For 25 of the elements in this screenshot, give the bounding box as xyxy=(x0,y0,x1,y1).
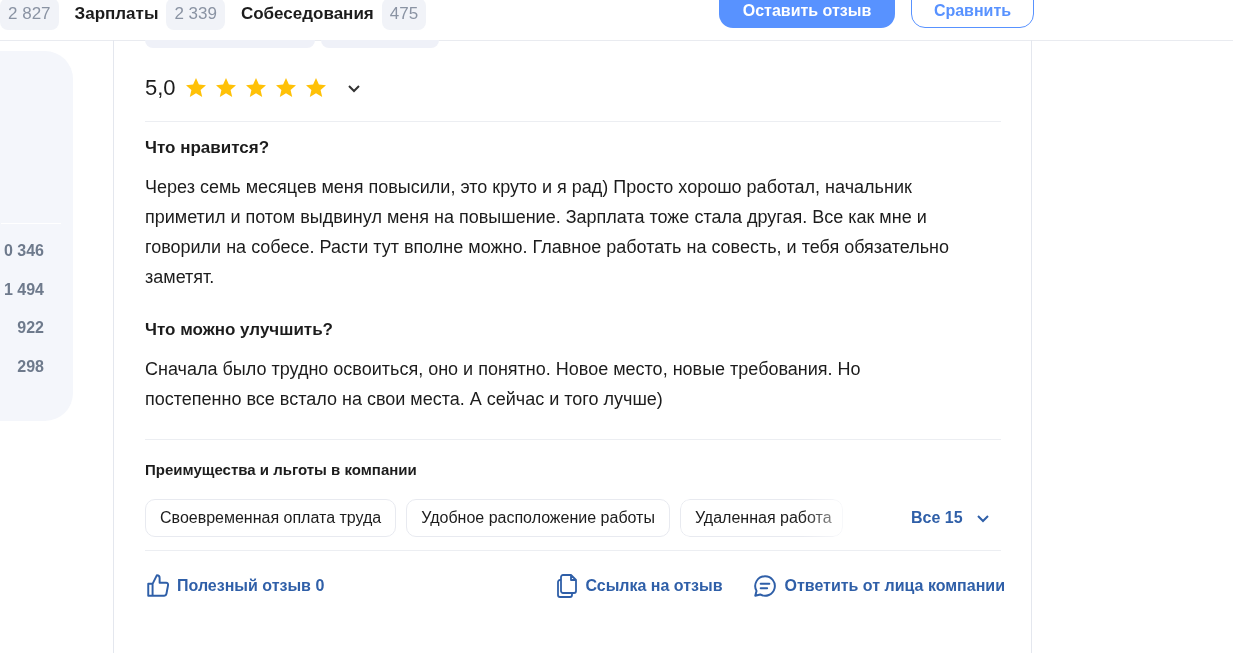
copy-icon xyxy=(555,573,580,599)
section-heading: Что нравится? xyxy=(145,138,271,158)
count-badge: 2 339 xyxy=(166,0,225,30)
tab-label[interactable]: Собеседования xyxy=(240,4,374,24)
count-badge: 2 827 xyxy=(0,0,59,30)
count-badge: 475 xyxy=(381,0,427,30)
count-label: 1 494 xyxy=(3,280,44,300)
count-label: 298 xyxy=(17,357,44,377)
count-label: 0 346 xyxy=(3,242,44,261)
copy-button[interactable]: Ссылка на отзыв xyxy=(555,573,723,599)
review-text: Через семь месяцев меня повысили, это круто и я рад) Просто хорошо работал, начальник приметил и потом выдвинул меня на повышение. Зарплата тоже стала другая. Все как мне и говорили на собесе. Расти тут вполне можно. Главное работать на совесть, и тебя обязательно заметят. xyxy=(145,176,950,289)
section-heading: Что можно улучшить? xyxy=(145,320,334,340)
benefit-tag: Удаленная работа xyxy=(679,499,843,537)
thumbs-up-icon xyxy=(145,573,171,599)
tab-label[interactable]: Зарплаты xyxy=(74,4,159,24)
benefits-heading: Преимущества и льготы в компании xyxy=(145,461,418,478)
like-button[interactable]: Полезный отзыв 0 xyxy=(145,573,325,599)
benefit-tag: Удобное расположение работы xyxy=(406,499,670,537)
review-text: Сначала было трудно освоиться, оно и понятно. Новое место, новые требования. Но постепенно все встало на свои места. А сейчас и того лучше) xyxy=(145,358,862,411)
reply-button[interactable]: Ответить от лица компании xyxy=(752,573,1005,599)
chat-bubble-icon xyxy=(752,573,779,599)
show-all-button[interactable]: Все 15 xyxy=(911,509,991,527)
count-label: 922 xyxy=(17,319,44,338)
benefit-tag: Своевременная оплата труда xyxy=(145,499,397,537)
rating-score: 5,0 xyxy=(145,75,176,101)
